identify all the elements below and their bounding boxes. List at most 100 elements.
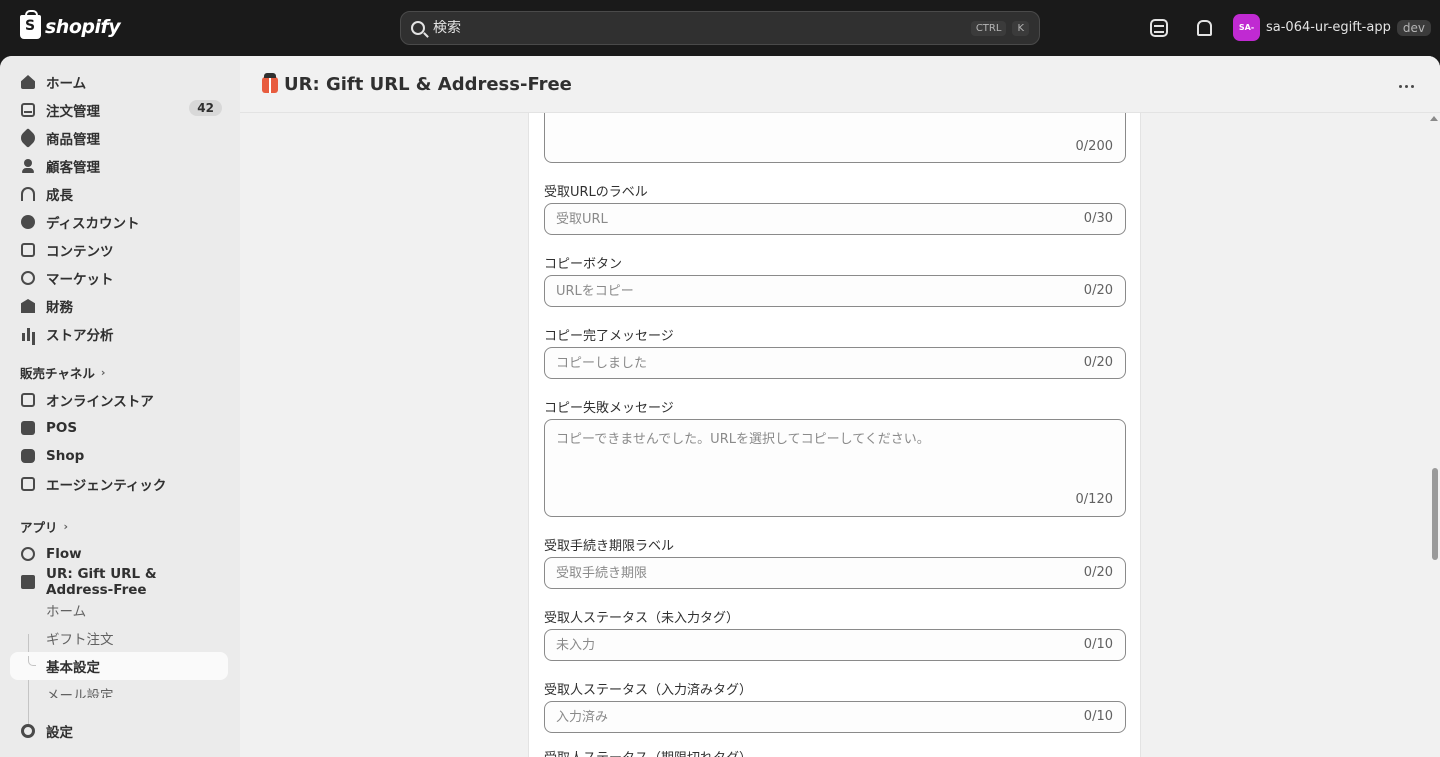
chevron-right-icon: › bbox=[63, 520, 69, 533]
gift-icon bbox=[21, 575, 35, 589]
store-icon bbox=[21, 393, 35, 407]
sidebar-item-label: マーケット bbox=[46, 272, 114, 288]
prior-textarea[interactable]: 0/200 bbox=[544, 113, 1126, 163]
app-subitem-mail-settings[interactable]: メール設定 bbox=[10, 680, 228, 698]
sidebar-item-label: オンラインストア bbox=[46, 394, 154, 410]
sidebar-item-pos[interactable]: POS bbox=[10, 414, 228, 442]
sidebar-item-flow[interactable]: Flow bbox=[10, 540, 228, 568]
sidebar-item-shop[interactable]: Shop bbox=[10, 442, 228, 470]
orders-icon bbox=[21, 103, 35, 117]
person-icon bbox=[21, 159, 35, 173]
sidebar-item-online-store[interactable]: オンラインストア bbox=[10, 386, 228, 414]
main-area: UR: Gift URL & Address-Free 0/200 受取URLの… bbox=[240, 56, 1440, 757]
agent-icon bbox=[21, 477, 35, 491]
sales-channels-heading[interactable]: 販売チャネル › bbox=[20, 363, 105, 382]
more-actions-icon[interactable] bbox=[1396, 76, 1416, 96]
account-name: sa-064-ur-egift-app bbox=[1266, 20, 1391, 35]
char-counter: 0/10 bbox=[1083, 709, 1113, 724]
status-pending-field[interactable]: 0/10 bbox=[544, 629, 1126, 661]
section-label-text: 販売チャネル bbox=[20, 366, 95, 381]
account-menu[interactable]: SA- sa-064-ur-egift-app dev bbox=[1233, 14, 1431, 41]
sidebar-item-label: エージェンティック bbox=[46, 478, 167, 494]
char-counter: 0/20 bbox=[1083, 565, 1113, 580]
gift-app-icon bbox=[262, 73, 278, 93]
top-bar: shopify CTRL K SA- sa-064-ur-egift-app d… bbox=[0, 0, 1440, 56]
bell-icon[interactable] bbox=[1195, 19, 1213, 37]
scroll-up-arrow-icon[interactable] bbox=[1430, 116, 1438, 121]
tag-icon bbox=[18, 128, 38, 148]
sidebar-item-label: POS bbox=[46, 420, 78, 436]
sidebar-item-discounts[interactable]: ディスカウント bbox=[10, 208, 228, 236]
shopify-bag-icon bbox=[20, 10, 41, 39]
pos-icon bbox=[21, 421, 35, 435]
avatar: SA- bbox=[1233, 14, 1260, 41]
field-label: 受取人ステータス（入力済みタグ） bbox=[544, 683, 753, 698]
char-counter: 0/30 bbox=[1083, 211, 1113, 226]
search-icon bbox=[411, 21, 425, 35]
sidebar-item-markets[interactable]: マーケット bbox=[10, 264, 228, 292]
sidebar-item-content[interactable]: コンテンツ bbox=[10, 236, 228, 264]
sidebar-item-label: 商品管理 bbox=[46, 132, 100, 148]
copy-button-field[interactable]: 0/20 bbox=[544, 275, 1126, 307]
sidebar-item-label: UR: Gift URL & Address-Free bbox=[46, 566, 157, 598]
copy-failure-textarea[interactable] bbox=[556, 428, 1106, 473]
sidekick-icon[interactable] bbox=[1150, 19, 1168, 37]
shop-icon bbox=[21, 449, 35, 463]
scrollbar[interactable] bbox=[1428, 113, 1440, 757]
page-title: UR: Gift URL & Address-Free bbox=[284, 74, 572, 95]
search-bar[interactable]: CTRL K bbox=[400, 11, 1040, 45]
status-entered-field[interactable]: 0/10 bbox=[544, 701, 1126, 733]
copy-success-input[interactable] bbox=[556, 348, 1066, 378]
sidebar-item-settings[interactable]: 設定 bbox=[10, 717, 228, 745]
app-subitem-gift-orders[interactable]: ギフト注文 bbox=[10, 624, 228, 652]
shopify-logo[interactable]: shopify bbox=[20, 10, 121, 39]
field-label: コピー完了メッセージ bbox=[544, 329, 674, 344]
char-counter: 0/200 bbox=[1075, 139, 1113, 154]
sidebar-item-agentic[interactable]: エージェンティック bbox=[10, 470, 228, 498]
field-label: コピー失敗メッセージ bbox=[544, 401, 674, 416]
sidebar-item-analytics[interactable]: ストア分析 bbox=[10, 320, 228, 348]
sidebar-item-growth[interactable]: 成長 bbox=[10, 180, 228, 208]
status-pending-input[interactable] bbox=[556, 630, 1066, 660]
copy-button-input[interactable] bbox=[556, 276, 1066, 306]
sidebar-item-label: 注文管理 bbox=[46, 104, 100, 120]
field-label: 受取人ステータス（未入力タグ） bbox=[544, 611, 740, 626]
shortcut-ctrl: CTRL bbox=[970, 20, 1007, 36]
tree-hook bbox=[28, 656, 36, 666]
copy-failure-field[interactable]: 0/120 bbox=[544, 419, 1126, 517]
section-label-text: アプリ bbox=[20, 520, 58, 535]
char-counter: 0/20 bbox=[1083, 355, 1113, 370]
field-label: 受取人ステータス（期限切れタグ） bbox=[544, 747, 752, 757]
sidebar-item-finance[interactable]: 財務 bbox=[10, 292, 228, 320]
deadline-label-input[interactable] bbox=[556, 558, 1066, 588]
apps-heading[interactable]: アプリ › bbox=[20, 517, 68, 536]
app-subitem-home[interactable]: ホーム bbox=[10, 596, 228, 624]
gear-icon bbox=[21, 724, 35, 738]
app-subitem-basic-settings[interactable]: 基本設定 bbox=[10, 652, 228, 680]
scrollbar-thumb[interactable] bbox=[1432, 468, 1438, 560]
sidebar-item-label: 設定 bbox=[46, 725, 73, 741]
status-entered-input[interactable] bbox=[556, 702, 1066, 732]
sidebar-item-home[interactable]: ホーム bbox=[10, 68, 228, 96]
sidebar-item-label: ストア分析 bbox=[46, 328, 114, 344]
sidebar-item-label: Shop bbox=[46, 448, 85, 464]
deadline-label-field[interactable]: 0/20 bbox=[544, 557, 1126, 589]
sidebar-item-products[interactable]: 商品管理 bbox=[10, 124, 228, 152]
field-label: 受取URLのラベル bbox=[544, 185, 648, 200]
admin-shell: ホーム 注文管理 42 商品管理 顧客管理 成長 ディスカウント コンテンツ マー… bbox=[0, 56, 1440, 757]
sidebar-item-customers[interactable]: 顧客管理 bbox=[10, 152, 228, 180]
sidebar: ホーム 注文管理 42 商品管理 顧客管理 成長 ディスカウント コンテンツ マー… bbox=[0, 56, 240, 757]
sub-item-label: 基本設定 bbox=[46, 660, 100, 676]
app-header: UR: Gift URL & Address-Free bbox=[240, 56, 1440, 113]
search-input[interactable] bbox=[433, 20, 965, 36]
sidebar-item-label: ホーム bbox=[46, 76, 87, 92]
sidebar-item-orders[interactable]: 注文管理 42 bbox=[10, 96, 228, 124]
settings-card: 0/200 受取URLのラベル 0/30 コピーボタン 0/20 コピー完了メッ… bbox=[528, 113, 1141, 757]
orders-count-badge: 42 bbox=[189, 100, 222, 116]
receive-url-label-input[interactable] bbox=[556, 204, 1066, 234]
char-counter: 0/120 bbox=[1075, 492, 1113, 507]
sidebar-item-gift-app[interactable]: UR: Gift URL & Address-Free bbox=[10, 566, 228, 598]
receive-url-label-field[interactable]: 0/30 bbox=[544, 203, 1126, 235]
brand-name: shopify bbox=[45, 16, 121, 38]
copy-success-field[interactable]: 0/20 bbox=[544, 347, 1126, 379]
